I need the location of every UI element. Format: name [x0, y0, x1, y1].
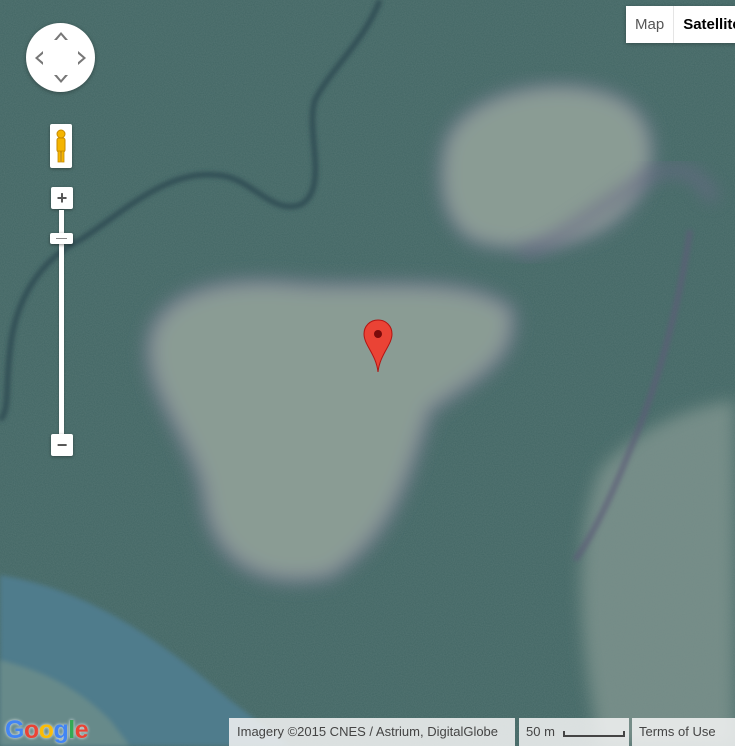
- google-logo[interactable]: Google: [5, 716, 89, 745]
- map-marker[interactable]: [363, 319, 393, 373]
- pan-control[interactable]: [26, 23, 95, 92]
- zoom-in-button[interactable]: +: [51, 187, 73, 209]
- upper-clearing: [436, 81, 657, 253]
- logo-letter: e: [74, 716, 89, 744]
- logo-letter: g: [53, 716, 69, 744]
- pegman-button[interactable]: [50, 124, 72, 168]
- scale-line: [563, 731, 625, 737]
- zoom-slider-track[interactable]: [59, 210, 64, 444]
- map-type-satellite-button[interactable]: Satellite: [674, 6, 735, 43]
- logo-letter: o: [38, 716, 54, 744]
- map-pin-icon: [363, 319, 393, 373]
- scale-bar[interactable]: 50 m: [519, 718, 629, 746]
- zoom-slider-handle[interactable]: [50, 233, 73, 244]
- pan-up-icon[interactable]: [54, 32, 68, 41]
- map-type-map-button[interactable]: Map: [626, 6, 675, 43]
- pegman-icon: [56, 129, 66, 163]
- pan-left-icon[interactable]: [35, 51, 44, 65]
- pan-down-icon[interactable]: [54, 74, 68, 83]
- satellite-map[interactable]: + − Map Satellite Google Imagery ©2015 C…: [0, 0, 735, 746]
- logo-letter: o: [23, 716, 39, 744]
- pan-right-icon[interactable]: [77, 51, 86, 65]
- scale-label: 50 m: [526, 724, 555, 739]
- zoom-out-button[interactable]: −: [51, 434, 73, 456]
- imagery-attribution: Imagery ©2015 CNES / Astrium, DigitalGlo…: [229, 718, 515, 746]
- logo-letter: G: [5, 716, 24, 744]
- terms-of-use-link[interactable]: Terms of Use: [632, 718, 735, 746]
- map-type-control: Map Satellite: [626, 6, 735, 43]
